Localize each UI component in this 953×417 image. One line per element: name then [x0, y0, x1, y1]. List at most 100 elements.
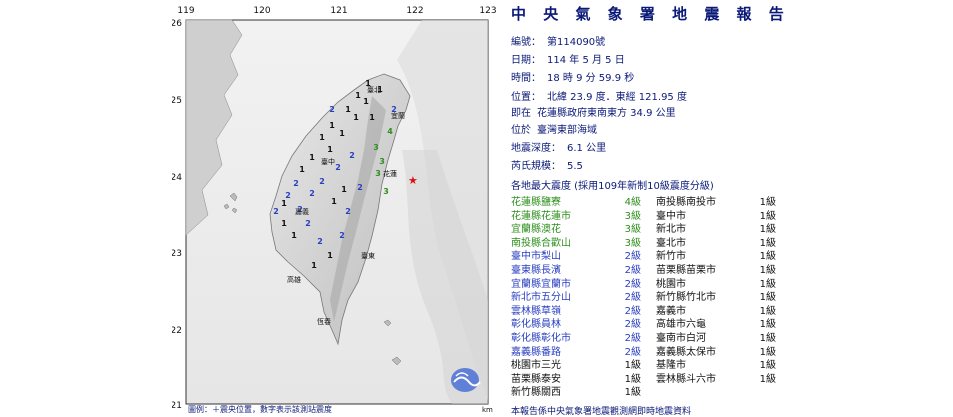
intensity-mark: 1 [309, 153, 315, 162]
report-footer: 本報告係中央氣象署地震觀測網即時地震資料 [511, 407, 692, 417]
intensity-mark: 1 [327, 251, 333, 260]
latitude-tick-label: 22 [172, 326, 182, 336]
station-name: 高雄市六龜 [656, 319, 706, 331]
station-name: 新竹縣竹北市 [656, 292, 716, 304]
intensity-right-row: 新竹縣竹北市 1級 [656, 291, 776, 305]
station-name: 宜蘭縣澳花 [511, 224, 561, 236]
report-time-row: 時間： 18 時 9 分 59.9 秒 [511, 69, 634, 84]
epicenter-star-icon: ★ [408, 174, 418, 187]
intensity-mark: 3 [379, 157, 385, 166]
intensity-mark: 2 [309, 189, 315, 198]
intensity-left-row: 花蓮縣花蓮市 3級 [511, 210, 641, 224]
place-label-hengchun: 恆春 [317, 317, 331, 326]
latitude-tick-label: 26 [172, 19, 182, 29]
intensity-mark: 3 [373, 143, 379, 152]
intensity-list-right: 南投縣南投市 1級 臺中市 1級 新北市 1級 臺北市 1級 新竹市 1級 苗栗縣苗栗市 1級 桃園市 1… [656, 196, 776, 386]
intensity-mark: 1 [281, 199, 287, 208]
report-number-row: 編號： 第114090號 [511, 33, 605, 48]
intensity-header: 各地最大震度 (採用109年新制10級震度分級) [511, 181, 714, 192]
intensity-mark: 4 [387, 127, 393, 136]
station-intensity: 1級 [759, 224, 776, 236]
intensity-left-row: 彰化縣員林 2級 [511, 318, 641, 332]
station-name: 彰化縣彰化市 [511, 332, 571, 344]
intensity-mark: 1 [299, 165, 305, 174]
station-name: 南投縣合歡山 [511, 237, 571, 249]
station-intensity: 1級 [759, 292, 776, 304]
station-intensity: 1級 [759, 360, 776, 372]
station-name: 雲林縣斗六市 [656, 373, 716, 385]
place-label-kaohsiung: 高雄 [287, 275, 301, 284]
map-caption: 圖例：＋震央位置，數字表示該測站震度 [188, 404, 332, 413]
longitude-tick-label: 121 [330, 6, 347, 16]
station-name: 宜蘭縣宜蘭市 [511, 278, 571, 290]
longitude-tick-label: 123 [479, 6, 496, 16]
report-reference-row: 即在 花蓮縣政府東南東方 34.9 公里 [511, 104, 676, 119]
intensity-left-row: 新北市五分山 2級 [511, 291, 641, 305]
intensity-right-row: 臺中市 1級 [656, 210, 776, 224]
intensity-mark: 1 [345, 105, 351, 114]
intensity-mark: 2 [317, 237, 323, 246]
intensity-mark: 2 [349, 151, 355, 160]
earthquake-report: 中 央 氣 象 署 地 震 報 告 編號： 第114090號 日期： 114 年 5… [510, 0, 950, 417]
report-depth-row: 地震深度： 6.1 公里 [511, 139, 606, 154]
longitude-tick-label: 119 [177, 6, 194, 16]
station-intensity: 3級 [624, 224, 641, 236]
intensity-mark: 2 [357, 183, 363, 192]
station-intensity: 2級 [624, 305, 641, 317]
scale-unit: km [482, 406, 493, 413]
intensity-mark: 2 [329, 105, 335, 114]
longitude-ticks: 119 120 121 122 123 [177, 6, 496, 16]
intensity-mark: 3 [375, 169, 381, 178]
intensity-mark: 2 [339, 231, 345, 240]
intensity-right-row: 嘉義市 1級 [656, 305, 776, 319]
intensity-mark: 1 [281, 219, 287, 228]
reference-label: 即在 [511, 108, 531, 119]
station-intensity: 2級 [624, 264, 641, 276]
intensity-left-row: 桃園市三光 1級 [511, 359, 641, 373]
station-name: 新北市 [656, 224, 686, 236]
date-value: 114 年 5 月 5 日 [547, 55, 625, 66]
number-value: 第114090號 [547, 37, 606, 48]
earthquake-map: 119 120 121 122 123 26 25 24 23 22 21 11111111112… [171, 0, 502, 414]
magnitude-label: 芮氏規模： [511, 161, 561, 172]
map-canvas: 119 120 121 122 123 262524232221 111111 11112… [171, 6, 497, 414]
station-intensity: 1級 [759, 346, 776, 358]
station-intensity: 2級 [624, 278, 641, 290]
place-label-yilan: 宜蘭 [391, 111, 405, 120]
intensity-mark: 2 [345, 207, 351, 216]
intensity-right-row: 苗栗縣苗栗市 1級 [656, 264, 776, 278]
intensity-left-row: 宜蘭縣宜蘭市 2級 [511, 278, 641, 292]
intensity-left-row: 新竹縣關西 1級 [511, 386, 641, 400]
latitude-tick-label: 21 [172, 401, 182, 411]
station-intensity: 1級 [759, 278, 776, 290]
station-name: 臺南市白河 [656, 332, 706, 344]
intensity-left-row: 南投縣合歡山 3級 [511, 237, 641, 251]
place-label-taichung: 臺中 [321, 157, 335, 166]
station-intensity: 1級 [759, 197, 776, 208]
date-label: 日期： [511, 55, 541, 66]
report-region-row: 位於 臺灣東部海域 [511, 121, 597, 136]
intensity-right-row: 新竹市 1級 [656, 250, 776, 264]
intensity-left-row: 雲林縣草嶺 2級 [511, 305, 641, 319]
station-name: 嘉義縣番路 [511, 346, 561, 358]
station-name: 新竹縣關西 [511, 387, 561, 399]
station-intensity: 1級 [759, 332, 776, 344]
report-magnitude-row: 芮氏規模： 5.5 [511, 157, 583, 172]
intensity-mark: 1 [311, 261, 317, 270]
time-value: 18 時 9 分 59.9 秒 [547, 73, 635, 84]
station-name: 臺東縣長濱 [511, 264, 561, 276]
intensity-mark: 2 [319, 177, 325, 186]
region-value: 臺灣東部海域 [537, 125, 597, 136]
station-name: 臺中市 [656, 210, 686, 222]
intensity-left-row: 嘉義縣番路 2級 [511, 346, 641, 360]
place-label-hualien: 花蓮 [383, 169, 397, 178]
latitude-tick-label: 25 [172, 96, 182, 106]
longitude-tick-label: 120 [253, 6, 270, 16]
station-name: 臺中市梨山 [511, 251, 561, 263]
place-label-taitung: 臺東 [361, 251, 375, 260]
intensity-mark: 1 [327, 145, 333, 154]
station-intensity: 1級 [624, 360, 641, 372]
latitude-tick-label: 24 [172, 173, 182, 183]
station-name: 彰化縣員林 [511, 319, 561, 331]
position-value: 北緯 23.9 度．東經 121.95 度 [547, 92, 687, 103]
